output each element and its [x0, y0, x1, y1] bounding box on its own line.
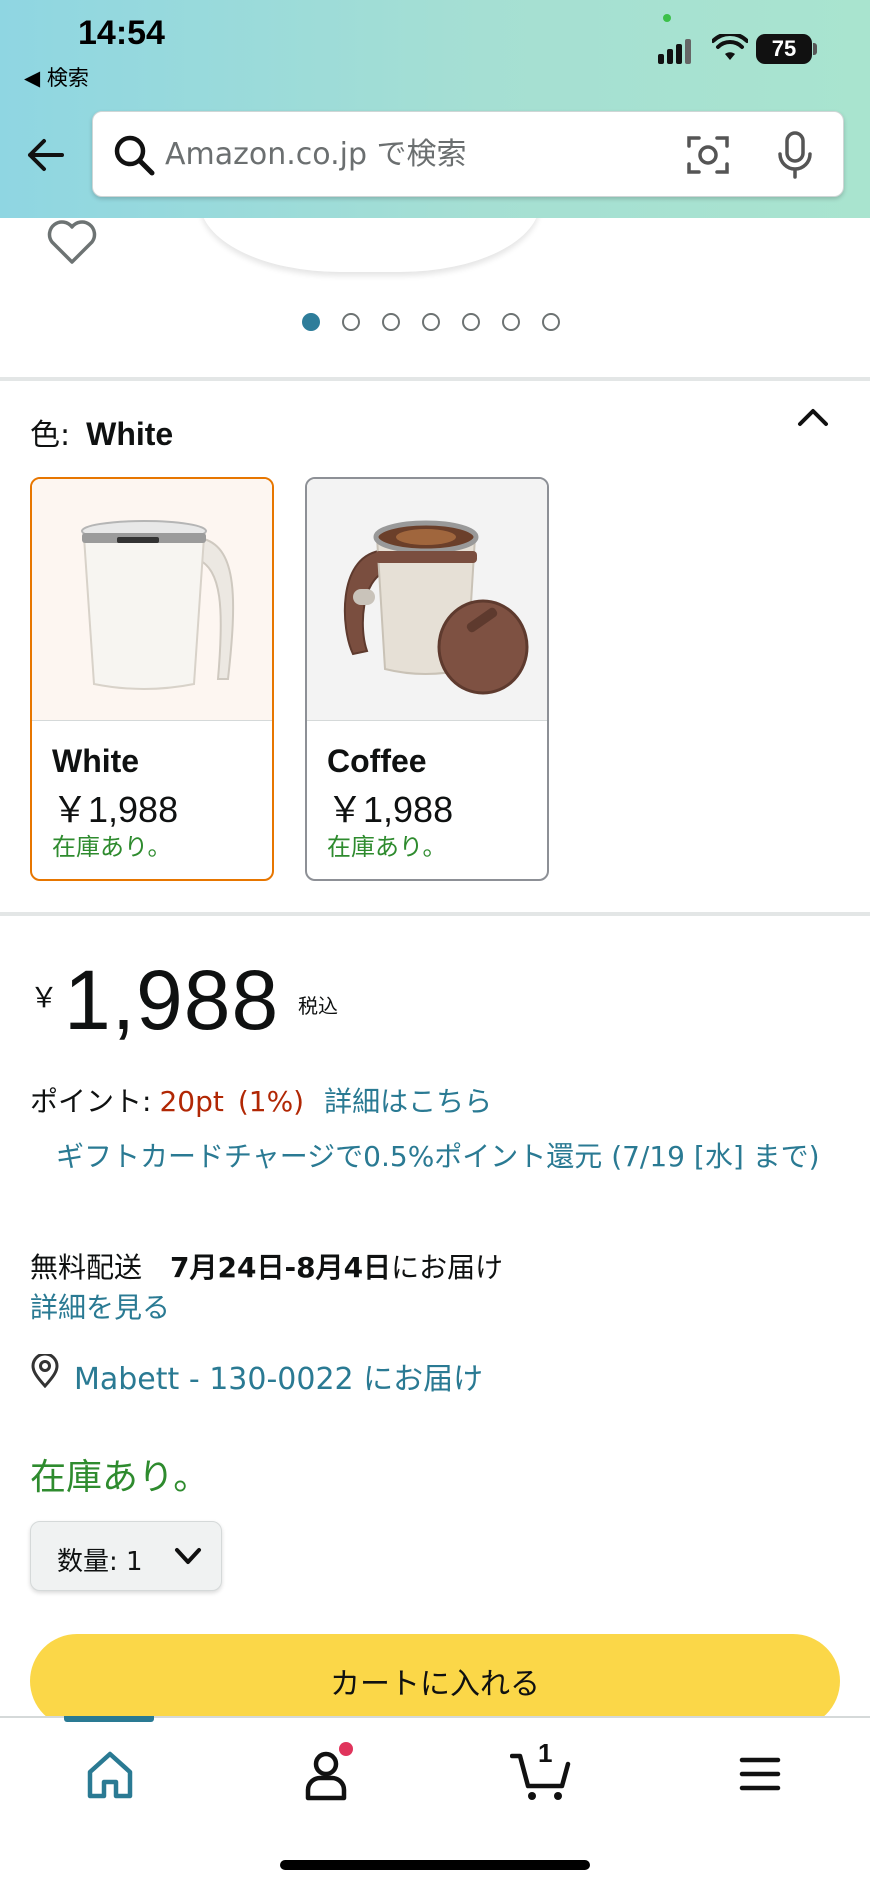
- carousel-dot[interactable]: [342, 313, 360, 331]
- microphone-icon[interactable]: [773, 130, 817, 180]
- color-label-prefix: 色:: [30, 418, 71, 453]
- delivery-details-link[interactable]: 詳細を見る: [30, 1286, 170, 1326]
- price-tax-note: 税込: [298, 994, 338, 1018]
- price-currency: ￥: [30, 981, 59, 1014]
- carousel-dot[interactable]: [422, 313, 440, 331]
- stock-status: 在庫あり。: [30, 1457, 210, 1498]
- coffee-mug-image: [343, 520, 529, 695]
- home-indicator: [280, 1860, 590, 1870]
- divider: [0, 912, 870, 916]
- header: 14:54 ◀ 検索 75: [0, 0, 870, 218]
- gift-card-promo-link[interactable]: ギフトカードチャージで0.5%ポイント還元 (7/19 [水] まで): [56, 1136, 836, 1177]
- color-option-name: White: [52, 743, 140, 779]
- status-time: 14:54: [78, 14, 165, 52]
- delivery-label: 無料配送: [30, 1251, 143, 1284]
- back-to-app-link[interactable]: ◀ 検索: [24, 62, 89, 92]
- cart-count: 1: [538, 1738, 553, 1768]
- signal-icon: [658, 38, 694, 64]
- quantity-dropdown[interactable]: 数量: 1: [30, 1521, 222, 1591]
- battery-tip: [813, 43, 817, 55]
- points-label: ポイント:: [30, 1085, 152, 1118]
- color-option-name: Coffee: [327, 743, 427, 779]
- nav-active-indicator: [64, 1716, 154, 1722]
- notification-dot: [339, 1742, 353, 1756]
- nav-cart[interactable]: 1: [509, 1738, 571, 1804]
- chevron-up-icon[interactable]: [796, 404, 830, 430]
- color-label: 色: White: [30, 410, 173, 454]
- carousel-dot[interactable]: [502, 313, 520, 331]
- color-option-price: ￥1,988: [52, 789, 179, 830]
- color-option-image: [32, 479, 272, 721]
- color-option-coffee[interactable]: Coffee ￥1,988 在庫あり。: [305, 477, 549, 881]
- delivery-row: 無料配送 7月24日-8月4日にお届け: [30, 1246, 503, 1286]
- add-to-cart-button[interactable]: カートに入れる: [30, 1634, 840, 1728]
- carousel-dot[interactable]: [382, 313, 400, 331]
- search-bar[interactable]: [92, 111, 844, 197]
- quantity-label: 数量: 1: [57, 1547, 143, 1577]
- carousel-dot[interactable]: [462, 313, 480, 331]
- back-arrow-icon[interactable]: [22, 132, 68, 178]
- heart-icon[interactable]: [46, 218, 98, 266]
- points-value: 20pt: [159, 1085, 224, 1118]
- carousel-dots: [302, 313, 560, 335]
- color-option-stock: 在庫あり。: [52, 833, 172, 861]
- menu-icon[interactable]: [730, 1744, 790, 1804]
- search-input[interactable]: [165, 124, 645, 184]
- battery-icon: 75: [756, 34, 812, 64]
- selected-color: White: [86, 416, 174, 452]
- delivery-date: 7月24日-8月4日: [170, 1251, 392, 1284]
- points-row: ポイント: 20pt (1%) 詳細はこちら: [30, 1080, 492, 1120]
- carousel-dot[interactable]: [302, 313, 320, 331]
- color-option-price: ￥1,988: [327, 789, 454, 830]
- delivery-suffix: にお届け: [391, 1251, 504, 1284]
- color-option-image: [307, 479, 547, 721]
- location-text[interactable]: Mabett - 130-0022 にお届け: [74, 1354, 483, 1398]
- divider: [0, 377, 870, 381]
- search-icon: [114, 135, 155, 176]
- white-mug-image: [81, 520, 235, 690]
- bottom-nav: 1: [0, 1716, 870, 1883]
- color-option-stock: 在庫あり。: [327, 833, 447, 861]
- location-pin-icon: [31, 1354, 59, 1388]
- chevron-down-icon: [175, 1548, 201, 1564]
- home-icon[interactable]: [80, 1744, 140, 1804]
- nav-account[interactable]: [296, 1742, 356, 1804]
- carousel-dot[interactable]: [542, 313, 560, 331]
- color-option-white[interactable]: White ￥1,988 在庫あり。: [30, 477, 274, 881]
- points-percent: (1%): [237, 1085, 305, 1118]
- privacy-indicator: [663, 14, 671, 22]
- points-details-link[interactable]: 詳細はこちら: [324, 1085, 492, 1118]
- camera-search-icon[interactable]: [685, 132, 731, 178]
- wifi-icon: [712, 34, 748, 60]
- price-amount: 1,988: [64, 953, 280, 1047]
